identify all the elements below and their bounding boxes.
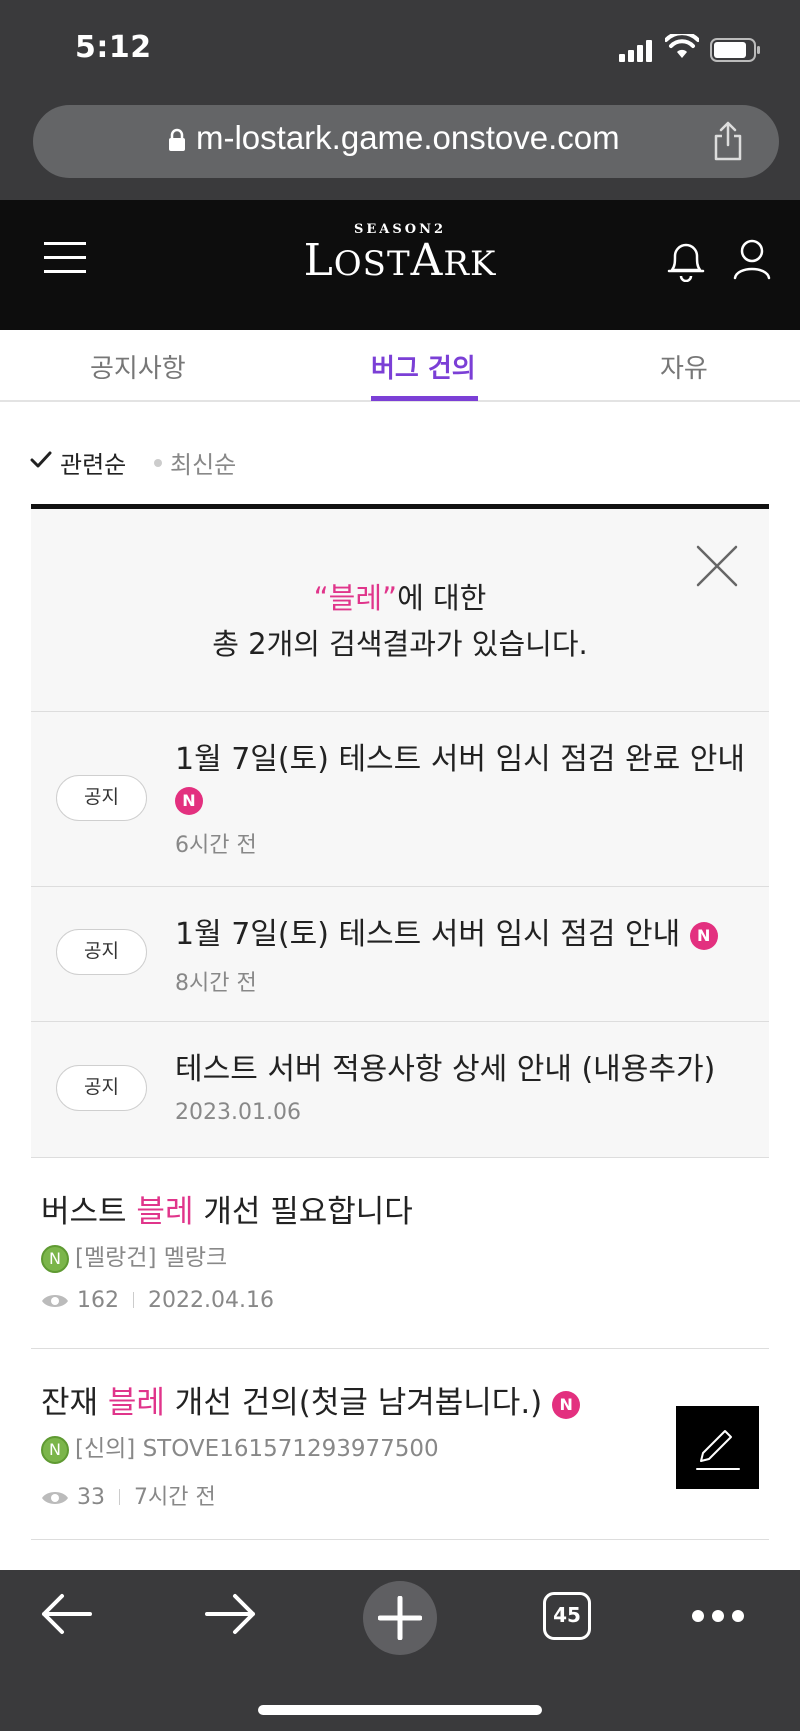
tab-notice[interactable]: 공지사항	[90, 348, 186, 385]
post-row[interactable]: 버스트 블레 개선 필요합니다 N [멜랑건] 멜랑크 162 2022.04.16	[31, 1158, 769, 1349]
search-result-summary: “블레”에 대한 총 2개의 검색결과가 있습니다.	[31, 504, 769, 711]
notice-badge: 공지	[56, 929, 147, 975]
level-badge-icon: N	[41, 1245, 69, 1273]
write-post-button[interactable]	[676, 1406, 759, 1489]
status-time: 5:12	[75, 30, 152, 65]
notice-time: 6시간 전	[175, 833, 257, 858]
plus-icon	[378, 1596, 422, 1640]
result-count: 총 2개의 검색결과가 있습니다.	[212, 627, 588, 661]
post-stats: 162 2022.04.16	[41, 1288, 274, 1313]
post-date: 2022.04.16	[148, 1288, 274, 1313]
tab-bug-report[interactable]: 버그 건의	[371, 348, 476, 385]
post-date: 7시간 전	[134, 1485, 216, 1510]
bell-icon[interactable]	[666, 238, 706, 282]
url-bar[interactable]: m-lostark.game.onstove.com	[33, 105, 779, 178]
board-tabs: 공지사항 버그 건의 자유	[0, 330, 800, 402]
lock-icon	[169, 128, 185, 151]
post-stats: 33 7시간 전	[41, 1479, 216, 1511]
browser-address-area: m-lostark.game.onstove.com	[0, 100, 800, 200]
back-arrow-icon[interactable]	[40, 1592, 92, 1636]
url-text: m-lostark.game.onstove.com	[196, 119, 620, 156]
notice-row[interactable]: 공지 1월 7일(토) 테스트 서버 임시 점검 완료 안내 N 6시간 전	[31, 711, 769, 886]
notice-row[interactable]: 공지 1월 7일(토) 테스트 서버 임시 점검 안내 N 8시간 전	[31, 886, 769, 1021]
wifi-icon	[665, 34, 699, 58]
check-icon	[30, 451, 52, 468]
post-author: N [신의] STOVE161571293977500	[41, 1429, 439, 1464]
view-count: 33	[77, 1485, 105, 1510]
site-header: SEASON2 LOSTARK	[0, 200, 800, 330]
notice-row[interactable]: 공지 테스트 서버 적용사항 상세 안내 (내용추가) 2023.01.06	[31, 1021, 769, 1158]
post-title: 버스트 블레 개선 필요합니다	[41, 1194, 413, 1230]
sort-relevance[interactable]: 관련순	[60, 445, 126, 480]
eye-icon	[42, 1295, 68, 1307]
new-badge-icon: N	[175, 787, 203, 815]
tab-switcher-button[interactable]: 45	[543, 1592, 591, 1640]
status-bar: 5:12	[0, 0, 800, 100]
tab-free[interactable]: 자유	[660, 348, 708, 385]
notice-badge: 공지	[56, 1065, 147, 1111]
new-badge-icon: N	[689, 922, 718, 950]
notice-title: 테스트 서버 적용사항 상세 안내 (내용추가)	[175, 1052, 716, 1087]
sort-separator	[154, 459, 162, 467]
level-badge-icon: N	[41, 1436, 69, 1464]
new-badge-icon: N	[552, 1391, 581, 1419]
cellular-signal-icon	[619, 40, 652, 62]
search-keyword: “블레”	[313, 581, 398, 615]
active-tab-indicator	[371, 396, 478, 401]
sort-latest[interactable]: 최신순	[170, 445, 236, 480]
logo-name: LOSTARK	[303, 235, 497, 286]
lostark-logo[interactable]: SEASON2 LOSTARK	[290, 222, 510, 302]
notice-time: 8시간 전	[175, 971, 257, 996]
notice-title: 1월 7일(토) 테스트 서버 임시 점검 안내 N	[175, 915, 750, 955]
post-author: N [멜랑건] 멜랑크	[41, 1238, 227, 1273]
view-count: 162	[77, 1288, 119, 1313]
forward-arrow-icon[interactable]	[205, 1592, 257, 1636]
share-icon[interactable]	[713, 121, 743, 161]
result-keyword-line: “블레”에 대한	[313, 581, 487, 615]
pencil-icon	[696, 1430, 740, 1470]
notice-title: 1월 7일(토) 테스트 서버 임시 점검 완료 안내 N	[175, 740, 750, 820]
post-title: 잔재 블레 개선 건의(첫글 남겨봅니다.) N	[41, 1377, 581, 1422]
post-row[interactable]: 잔재 블레 개선 건의(첫글 남겨봅니다.) N N [신의] STOVE1615…	[31, 1349, 769, 1540]
notice-badge: 공지	[56, 775, 147, 821]
notice-date: 2023.01.06	[175, 1100, 301, 1125]
more-icon[interactable]	[690, 1608, 746, 1624]
user-icon[interactable]	[732, 238, 772, 282]
new-tab-button[interactable]	[363, 1581, 437, 1655]
menu-icon[interactable]	[44, 242, 86, 276]
eye-icon	[42, 1492, 68, 1504]
battery-icon	[710, 38, 760, 62]
home-indicator[interactable]	[258, 1705, 542, 1715]
